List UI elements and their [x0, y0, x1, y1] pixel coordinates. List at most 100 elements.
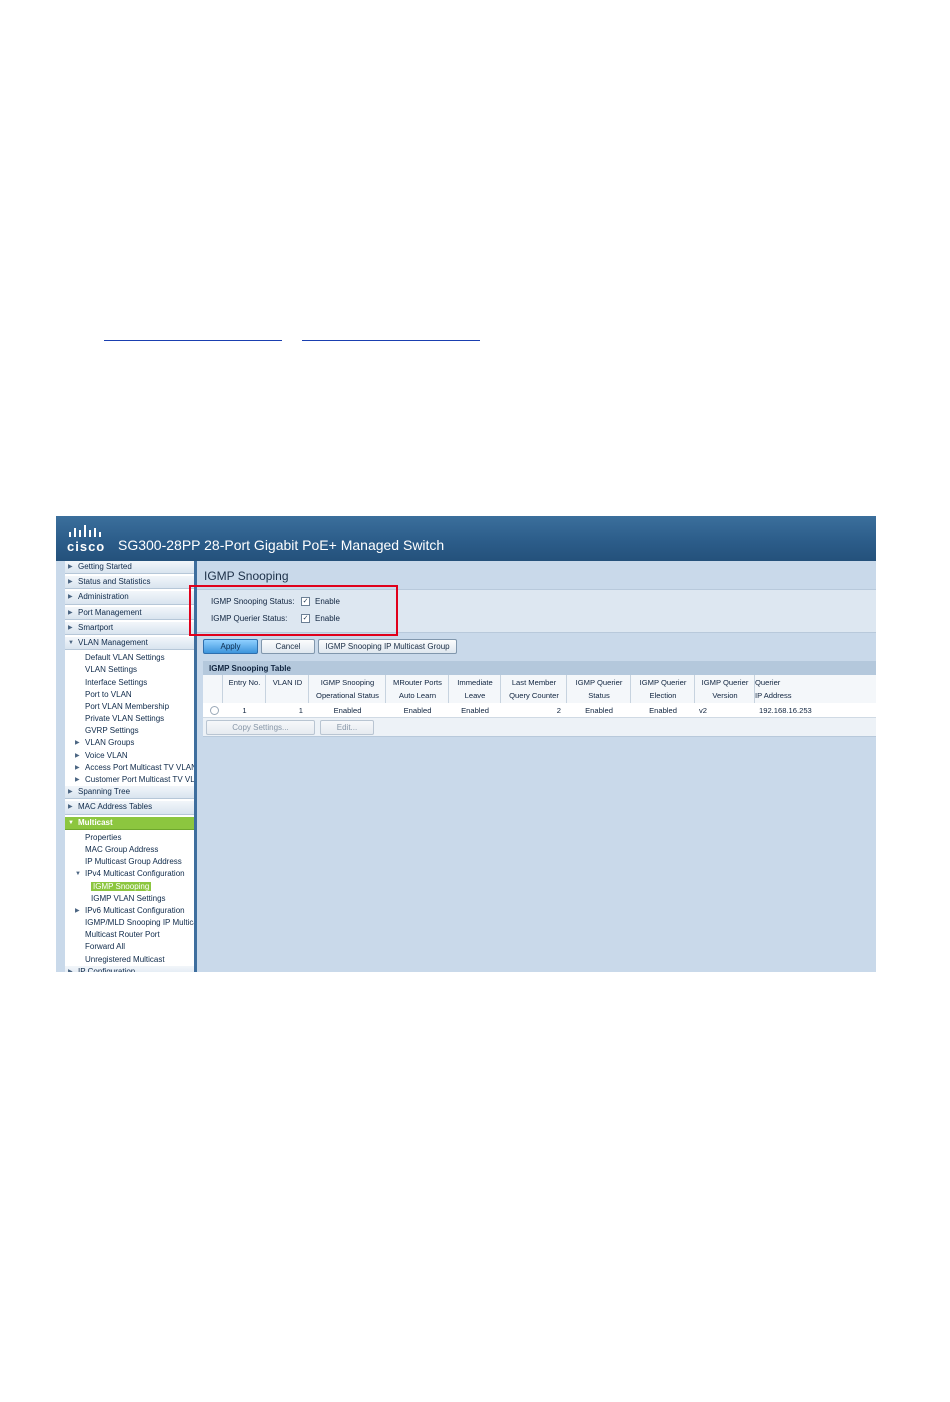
cisco-logo: cisco — [66, 524, 110, 554]
apply-button[interactable]: Apply — [203, 639, 258, 654]
column-header: VLAN ID — [272, 678, 303, 687]
sidebar-item-label: Unregistered Multicast — [85, 954, 165, 964]
sidebar-item-multicast[interactable]: ▼ Multicast — [65, 816, 196, 830]
sidebar-item-label: Spanning Tree — [78, 787, 131, 797]
sidebar-item-properties[interactable]: Properties — [65, 832, 196, 844]
sidebar-item-ipv4-multicast-configuration[interactable]: ▼ IPv4 Multicast Configuration — [65, 868, 196, 880]
sidebar-item-igmp-snooping[interactable]: IGMP Snooping — [65, 881, 196, 893]
table-cell: 2 — [556, 706, 561, 715]
column-header: MRouter Ports — [393, 678, 442, 687]
sidebar-item-administration[interactable]: ▶ Administration — [65, 591, 196, 605]
copy-settings-button[interactable]: Copy Settings... — [206, 720, 315, 735]
cisco-bars-icon — [69, 525, 101, 537]
column-header: Querier — [755, 678, 781, 687]
sidebar-nav: ▶ Getting Started ▶ Status and Statistics ▶ A… — [65, 561, 196, 972]
table-cell: 1 — [298, 706, 303, 715]
sidebar-item-label: Properties — [85, 832, 122, 842]
sidebar-item-multicast-router-port[interactable]: Multicast Router Port — [65, 929, 196, 941]
collapsed-arrow-icon: ▶ — [75, 907, 80, 914]
column-header: IGMP Querier — [639, 678, 687, 687]
sidebar-item-access-port-multicast-tv-vlan[interactable]: ▶ Access Port Multicast TV VLAN — [65, 762, 196, 774]
collapsed-arrow-icon: ▶ — [75, 752, 80, 759]
sidebar-item-label: Administration — [78, 592, 129, 602]
sidebar-item-default-vlan-settings[interactable]: Default VLAN Settings — [65, 652, 196, 664]
sidebar-item-label: IGMP/MLD Snooping IP Multicast Group — [85, 918, 196, 928]
sidebar-item-label: Multicast — [78, 817, 113, 827]
sidebar-item-port-vlan-membership[interactable]: Port VLAN Membership — [65, 701, 196, 713]
collapsed-arrow-icon: ▶ — [68, 594, 73, 601]
sidebar-item-label: Default VLAN Settings — [85, 653, 165, 663]
page-title: IGMP Snooping — [204, 569, 289, 583]
collapsed-arrow-icon: ▶ — [68, 564, 73, 570]
table-cell: v2 — [699, 706, 708, 715]
sidebar-item-ip-configuration[interactable]: ▶ IP Configuration — [65, 965, 196, 972]
sidebar-item-label: Access Port Multicast TV VLAN — [85, 762, 196, 772]
sidebar-item-interface-settings[interactable]: Interface Settings — [65, 677, 196, 689]
sidebar-item-mac-address-tables[interactable]: ▶ MAC Address Tables — [65, 801, 196, 815]
expanded-arrow-icon: ▼ — [68, 819, 74, 826]
column-header: Last Member — [511, 678, 557, 687]
sidebar-item-label: IGMP VLAN Settings — [91, 893, 166, 903]
collapsed-arrow-icon: ▶ — [75, 764, 80, 771]
highlight-box — [189, 585, 398, 636]
sidebar-item-mac-group-address[interactable]: MAC Group Address — [65, 844, 196, 856]
table-cell: Enabled — [333, 706, 362, 715]
table-cell: 192.168.16.253 — [759, 706, 812, 715]
column-header: IP Address — [755, 691, 792, 700]
sidebar-item-label: Port Management — [78, 607, 142, 617]
edit-button[interactable]: Edit... — [320, 720, 374, 735]
device-title: SG300-28PP 28-Port Gigabit PoE+ Managed … — [118, 537, 445, 553]
sidebar-item-vlan-management[interactable]: ▼ VLAN Management — [65, 636, 196, 651]
cancel-button[interactable]: Cancel — [261, 639, 315, 654]
collapsed-arrow-icon: ▶ — [75, 740, 80, 747]
sidebar-item-label: IGMP Snooping — [91, 881, 152, 891]
collapsed-arrow-icon: ▶ — [68, 789, 73, 796]
column-header: IGMP Snooping — [320, 678, 375, 687]
collapsed-arrow-icon: ▶ — [68, 624, 73, 631]
sidebar-item-spanning-tree[interactable]: ▶ Spanning Tree — [65, 786, 196, 800]
table-cell: Enabled — [585, 706, 613, 715]
sidebar-item-label: IPv6 Multicast Configuration — [85, 905, 185, 915]
sidebar-item-igmp-mld-snooping-ip-multicast-group[interactable]: IGMP/MLD Snooping IP Multicast Group — [65, 917, 196, 929]
sidebar-item-label: MAC Group Address — [85, 844, 159, 854]
sidebar-item-label: MAC Address Tables — [78, 802, 153, 812]
sidebar-item-label: Voice VLAN — [85, 750, 128, 760]
sidebar-item-vlan-settings[interactable]: VLAN Settings — [65, 664, 196, 676]
sidebar-item-gvrp-settings[interactable]: GVRP Settings — [65, 725, 196, 737]
sidebar-item-unregistered-multicast[interactable]: Unregistered Multicast — [65, 954, 196, 966]
sidebar-item-forward-all[interactable]: Forward All — [65, 941, 196, 953]
sidebar-item-customer-port-multicast-tv-vlan[interactable]: ▶ Customer Port Multicast TV VLAN — [65, 774, 196, 786]
column-header: Auto Learn — [398, 691, 437, 700]
column-header: Election — [649, 691, 677, 700]
cisco-wordmark: cisco — [67, 539, 106, 554]
sidebar-item-voice-vlan[interactable]: ▶ Voice VLAN — [65, 750, 196, 762]
sidebar-item-port-to-vlan[interactable]: Port to VLAN — [65, 689, 196, 701]
collapsed-arrow-icon: ▶ — [68, 804, 73, 811]
sidebar-item-getting-started[interactable]: ▶ Getting Started — [65, 561, 196, 575]
document-link-2[interactable] — [302, 324, 480, 341]
row-select-radio[interactable] — [210, 706, 219, 715]
table-cell: 1 — [242, 706, 247, 715]
sidebar-item-ipv6-multicast-configuration[interactable]: ▶ IPv6 Multicast Configuration — [65, 905, 196, 917]
column-header: Version — [712, 691, 738, 700]
igmp-snooping-table: Entry No. VLAN ID IGMP Snooping Operational… — [203, 675, 876, 737]
table-actions: Copy Settings... Edit... — [203, 718, 876, 737]
table-header: Entry No. VLAN ID IGMP Snooping Operational… — [203, 675, 876, 704]
multicast-group-button[interactable]: IGMP Snooping IP Multicast Group — [318, 639, 457, 654]
sidebar-item-label: Private VLAN Settings — [85, 714, 165, 724]
sidebar-item-port-management[interactable]: ▶ Port Management — [65, 606, 196, 620]
table-row[interactable]: 1 1 Enabled Enabled Enabled 2 Enabled Enabled v2… — [203, 703, 876, 718]
sidebar-item-smartport[interactable]: ▶ Smartport — [65, 621, 196, 635]
expanded-arrow-icon: ▼ — [75, 871, 81, 878]
sidebar-item-vlan-groups[interactable]: ▶ VLAN Groups — [65, 737, 196, 749]
document-link-1[interactable] — [104, 324, 282, 341]
collapsed-arrow-icon: ▶ — [75, 777, 80, 783]
sidebar-item-status-and-statistics[interactable]: ▶ Status and Statistics — [65, 576, 196, 590]
table-cell: Enabled — [403, 706, 432, 715]
sidebar-item-igmp-vlan-settings[interactable]: IGMP VLAN Settings — [65, 893, 196, 905]
sidebar-item-private-vlan-settings[interactable]: Private VLAN Settings — [65, 713, 196, 725]
table-cell: Enabled — [649, 706, 677, 715]
sidebar-item-label: VLAN Groups — [85, 738, 135, 748]
sidebar-item-ip-multicast-group-address[interactable]: IP Multicast Group Address — [65, 856, 196, 868]
collapsed-arrow-icon: ▶ — [68, 968, 73, 972]
